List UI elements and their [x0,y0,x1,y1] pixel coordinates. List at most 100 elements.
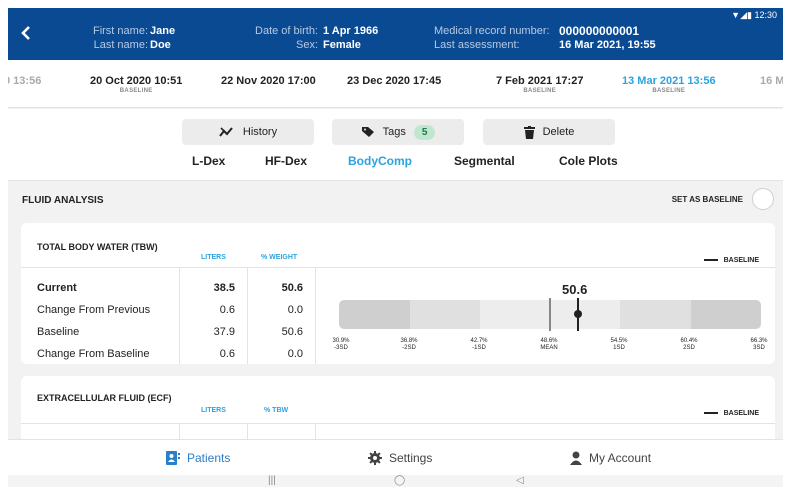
tab-hf-dex[interactable]: HF-Dex [265,154,307,168]
baseline-legend-line [703,412,718,414]
tbw-weight-current: 50.6 [281,282,303,294]
tbw-weight-change-previous: 0.0 [287,304,303,316]
name-values: Jane Doe [150,24,175,52]
gauge-zone-outer [691,300,761,329]
tbw-liters-baseline: 37.9 [213,326,235,338]
mrn-values: 000000000001 16 Mar 2021, 19:55 [559,24,656,52]
history-trend-icon [219,127,233,137]
tags-count-badge: 5 [413,124,436,140]
system-navigation-bar: ||| ◯ ◁ [8,475,783,487]
section-title: FLUID ANALYSIS [22,195,104,206]
row-label-change-previous: Change From Previous [37,304,151,316]
baseline-legend-line [703,259,718,261]
divider [179,267,180,364]
gauge-tick: 66.3% 3SD [750,338,768,351]
dob-sex-labels: Date of birth: Sex: [236,24,318,52]
trash-icon [523,125,535,139]
gauge-tick: 48.6% MEAN [540,338,558,351]
mrn-value: 000000000001 [559,24,640,38]
date-item[interactable]: 22 Nov 2020 17:00 [221,75,316,87]
dob-sex-values: 1 Apr 1966 Female [323,24,378,52]
last-assessment-label: Last assessment: [434,39,520,51]
sex-label: Sex: [295,39,318,51]
back-nav-icon[interactable]: ◁ [516,475,524,486]
set-baseline-toggle[interactable] [752,188,774,210]
tab-bodycomp[interactable]: BodyComp [348,154,412,168]
tbw-liters-change-previous: 0.6 [219,304,235,316]
gauge-baseline-line [549,298,551,331]
gauge-tick: 60.4% 2SD [680,338,698,351]
dob-value: 1 Apr 1966 [323,25,379,37]
column-header-liters: LITERS [201,407,226,414]
delete-button[interactable]: Delete [483,119,615,145]
baseline-label: BASELINE [523,88,557,94]
column-header-liters: LITERS [201,254,226,261]
divider [21,423,775,424]
date-item-selected[interactable]: 13 Mar 2021 13:56 BASELINE [622,75,716,94]
assessment-date-strip[interactable]: 0 13:56 20 Oct 2020 10:51 BASELINE 22 No… [8,60,783,108]
tags-button[interactable]: Tags 5 [332,119,464,145]
date-item[interactable]: 23 Dec 2020 17:45 [347,75,441,87]
gauge-zone-mid [620,300,691,329]
signal-battery-icon: ▼◢▮ [731,10,752,20]
app-frame: First name: Last name: Jane Doe Date of … [8,8,783,487]
recents-icon[interactable]: ||| [268,475,276,486]
date-item[interactable]: 20 Oct 2020 10:51 BASELINE [90,75,182,94]
mrn-labels: Medical record number: Last assessment: [434,24,550,52]
analysis-tabs: L-Dex HF-Dex BodyComp Segmental Cole Plo… [8,147,783,181]
nav-my-account[interactable]: My Account [570,451,651,465]
tab-cole-plots[interactable]: Cole Plots [559,154,618,168]
baseline-label: BASELINE [652,88,686,94]
gauge-tick: 30.9% -3SD [332,338,350,351]
first-name-label: First name: [92,25,148,37]
sex-value: Female [323,39,361,51]
patients-icon [166,451,180,465]
home-icon[interactable]: ◯ [394,475,405,486]
first-name-value: Jane [150,25,176,37]
bottom-navigation: Patients Settings My Account [8,439,783,475]
chevron-left-icon [21,26,30,40]
tbw-weight-change-baseline: 0.0 [287,348,303,360]
gauge-zone-outer [339,300,410,329]
row-label-change-baseline: Change From Baseline [37,348,150,360]
nav-settings[interactable]: Settings [368,451,432,465]
last-name-value: Doe [150,39,171,51]
card-title: TOTAL BODY WATER (TBW) [37,242,158,252]
last-assessment-value: 16 Mar 2021, 19:55 [559,39,656,51]
name-labels: First name: Last name: [88,24,148,52]
history-button[interactable]: History [182,119,314,145]
status-bar: ▼◢▮ 12:30 [731,10,777,21]
last-name-label: Last name: [93,39,148,51]
action-bar: History Tags 5 Delete [8,109,783,147]
date-item[interactable]: 0 13:56 [8,75,41,87]
back-button[interactable] [20,24,32,45]
set-baseline-label: SET AS BASELINE [671,195,743,204]
baseline-label: BASELINE [119,88,153,94]
tbw-weight-baseline: 50.6 [281,326,303,338]
divider [247,267,248,364]
divider [315,267,316,364]
gauge-zone-mid [410,300,480,329]
gauge-tick: 42.7% -1SD [470,338,488,351]
tag-icon [361,127,374,137]
status-time: 12:30 [754,10,777,20]
row-label-baseline: Baseline [37,326,80,338]
date-item[interactable]: 7 Feb 2021 17:27 BASELINE [496,75,583,94]
user-icon [570,451,582,465]
tab-segmental[interactable]: Segmental [454,154,515,168]
divider [21,267,775,268]
gauge-tick: 54.5% 1SD [610,338,628,351]
nav-patients[interactable]: Patients [166,451,230,465]
dob-label: Date of birth: [255,25,318,37]
column-header-percent-tbw: % TBW [264,407,289,414]
fluid-analysis-header: FLUID ANALYSIS SET AS BASELINE [8,182,783,218]
tbw-liters-current: 38.5 [213,282,235,294]
column-header-percent-weight: % WEIGHT [261,254,298,261]
date-item[interactable]: 16 M [760,75,783,87]
tbw-liters-change-baseline: 0.6 [219,348,235,360]
patient-header: First name: Last name: Jane Doe Date of … [8,8,783,60]
gauge-tick: 36.8% -2SD [400,338,418,351]
baseline-legend: BASELINE [703,410,759,417]
baseline-legend: BASELINE [703,257,759,264]
tab-l-dex[interactable]: L-Dex [192,154,225,168]
